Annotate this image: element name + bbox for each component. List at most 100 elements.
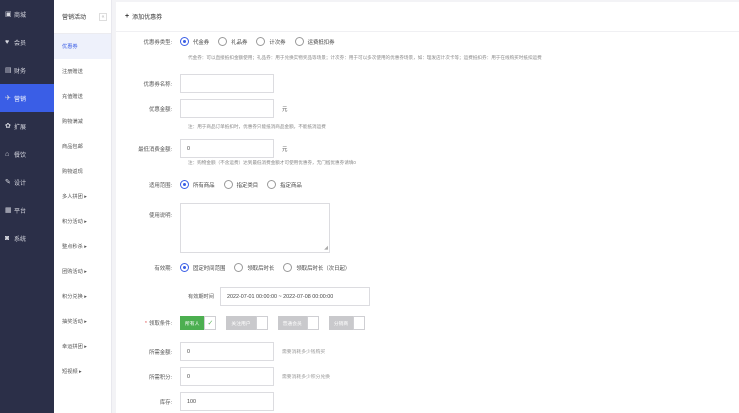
radio-icon <box>223 180 233 189</box>
main-panel: + 添加优惠券 优惠券类型: 代金券 礼品券 计次券 运费抵扣券 代金券：可以直接抵扣… <box>116 2 739 413</box>
condition-tag-label: 关注用户 <box>226 316 256 330</box>
sidebar-item-1[interactable]: ♥ 会员 <box>0 28 54 56</box>
sidebar-item-4[interactable]: ✿ 扩展 <box>0 112 54 140</box>
scope-option-0[interactable]: 所有商品 <box>180 180 215 189</box>
required-amount-row: 所需金额: 0 需要消耗多少钱购买 <box>116 342 325 361</box>
radio-label: 礼品券 <box>231 39 248 46</box>
subnav-item-4[interactable]: 商品包邮 <box>54 134 111 159</box>
usage-desc-textarea[interactable]: ◢ <box>180 203 330 253</box>
radio-icon <box>180 180 189 189</box>
subnav-item-5[interactable]: 购物返现 <box>54 159 111 184</box>
subnav-item-3[interactable]: 购物满减 <box>54 109 111 134</box>
coupon-name-input[interactable] <box>180 74 274 93</box>
min-amount-row: 最低消费金额: 0 元 <box>116 139 287 158</box>
required-amount-input[interactable]: 0 <box>180 342 274 361</box>
validity-option-0[interactable]: 固定时间范围 <box>180 263 225 272</box>
subnav-item-9[interactable]: 团购活动 ▸ <box>54 259 111 284</box>
receive-condition-row: * 领取条件: 所有人 ✓ 关注用户 普通会员 分销商 <box>116 316 375 330</box>
required-points-input[interactable]: 0 <box>180 367 274 386</box>
sidebar-item-label: 扩展 <box>14 124 27 131</box>
radio-label: 指定商品 <box>280 182 302 189</box>
required-amount-hint: 需要消耗多少钱购买 <box>282 350 326 355</box>
subnav-item-0[interactable]: 优惠券 <box>54 34 111 59</box>
subnav-item-10[interactable]: 积分兑换 ▸ <box>54 284 111 309</box>
platform-icon: ▦ <box>5 207 12 214</box>
validity-range-input[interactable]: 2022-07-01 00:00:00 ~ 2022-07-08 00:00:0… <box>219 287 370 306</box>
radio-label: 指定类目 <box>236 182 259 189</box>
finance-icon: ▤ <box>5 67 12 74</box>
sidebar-item-6[interactable]: ✎ 设计 <box>0 168 54 196</box>
coupon-type-option-0[interactable]: 代金券 <box>180 37 209 46</box>
required-amount-label: 所需金额: <box>148 349 172 356</box>
radio-label: 代金券 <box>193 39 210 46</box>
resize-grip-icon[interactable]: ◢ <box>324 245 328 251</box>
subnav-item-6[interactable]: 多人拼团 ▸ <box>54 184 111 209</box>
radio-icon <box>218 37 228 46</box>
radio-icon <box>283 263 293 272</box>
condition-tag-2[interactable]: 普通会员 <box>277 316 319 330</box>
receive-condition-label-wrap: * 领取条件: <box>116 319 180 327</box>
subnav-title: 营销活动 <box>62 15 87 21</box>
sidebar-item-label: 营销 <box>14 96 27 103</box>
primary-sidebar: ▣ 商城 ♥ 会员 ▤ 财务 ✈ 营销 ✿ 扩展 ⌂ 餐饮 ✎ 设计 ▦ 平台 ◙ 系统 <box>0 0 54 413</box>
required-points-row: 所需积分: 0 需要消耗多少积分兑换 <box>116 367 330 386</box>
sidebar-item-2[interactable]: ▤ 财务 <box>0 56 54 84</box>
collapse-icon[interactable]: « <box>99 13 107 21</box>
radio-label: 所有商品 <box>193 182 215 189</box>
usage-desc-row: 使用说明: ◢ <box>116 203 330 253</box>
sidebar-item-label: 设计 <box>14 180 27 187</box>
sidebar-item-label: 系统 <box>14 236 27 243</box>
required-points-hint: 需要消耗多少积分兑换 <box>282 375 330 380</box>
coupon-amount-unit: 元 <box>282 106 288 113</box>
coupon-amount-note: 注：用于商品订单抵扣时，优惠券只能抵消商品金额，不能抵消运费 <box>188 124 326 129</box>
validity-option-2[interactable]: 领取后时长（次日起） <box>283 263 350 272</box>
marketing-icon: ✈ <box>5 95 11 102</box>
required-points-label: 所需积分: <box>148 374 172 381</box>
coupon-type-option-2[interactable]: 计次券 <box>256 37 286 46</box>
sidebar-item-0[interactable]: ▣ 商城 <box>0 0 54 28</box>
sidebar-item-3[interactable]: ✈ 营销 <box>0 84 54 112</box>
subnav-item-8[interactable]: 整点秒杀 ▸ <box>54 234 111 259</box>
coupon-amount-label: 优惠金额: <box>148 106 172 113</box>
scope-option-2[interactable]: 指定商品 <box>267 180 302 189</box>
radio-icon <box>180 263 189 272</box>
radio-label: 运费抵扣券 <box>307 39 335 46</box>
extend-icon: ✿ <box>5 123 11 130</box>
min-amount-note: 注：购物金额（不含运费）达到最低消费金额才可使用优惠券，无门槛优惠券请填0 <box>188 160 356 165</box>
subnav-item-13[interactable]: 短视频 ▸ <box>54 359 111 384</box>
checkbox-icon <box>255 316 268 330</box>
subnav-item-11[interactable]: 抽奖活动 ▸ <box>54 309 111 334</box>
condition-tag-1[interactable]: 关注用户 <box>226 316 268 330</box>
plus-icon: + <box>125 13 130 20</box>
radio-label: 固定时间范围 <box>193 265 226 272</box>
subnav-item-1[interactable]: 注册赠送 <box>54 59 111 84</box>
page-title-bar: + 添加优惠券 <box>116 2 739 32</box>
radio-icon <box>180 37 189 46</box>
validity-option-1[interactable]: 领取后时长 <box>234 263 274 272</box>
condition-tag-label: 分销商 <box>328 316 354 330</box>
secondary-sidebar: 营销活动 « 优惠券 注册赠送 充值赠送 购物满减 商品包邮 购物返现 多人拼团 ▸ 积分活动… <box>54 0 112 413</box>
design-icon: ✎ <box>5 179 11 186</box>
stock-row: 库存: 100 <box>116 392 274 411</box>
subnav-item-7[interactable]: 积分活动 ▸ <box>54 209 111 234</box>
coupon-name-label: 优惠券名称: <box>143 81 172 88</box>
sidebar-item-5[interactable]: ⌂ 餐饮 <box>0 140 54 168</box>
condition-tag-0[interactable]: 所有人 ✓ <box>180 316 217 330</box>
coupon-type-option-3[interactable]: 运费抵扣券 <box>294 37 335 46</box>
subnav-item-2[interactable]: 充值赠送 <box>54 84 111 109</box>
subnav-item-12[interactable]: 幸运拼团 ▸ <box>54 334 111 359</box>
sidebar-item-7[interactable]: ▦ 平台 <box>0 196 54 224</box>
radio-label: 计次券 <box>269 39 286 46</box>
check-icon: ✓ <box>204 316 217 330</box>
coupon-type-option-1[interactable]: 礼品券 <box>218 37 247 46</box>
sidebar-item-8[interactable]: ◙ 系统 <box>0 224 54 252</box>
coupon-amount-input[interactable] <box>180 99 274 118</box>
restaurant-icon: ⌂ <box>5 150 10 158</box>
scope-option-1[interactable]: 指定类目 <box>223 180 259 189</box>
condition-tag-3[interactable]: 分销商 <box>328 316 366 330</box>
validity-label: 有效期: <box>154 265 172 272</box>
min-amount-input[interactable]: 0 <box>180 139 274 158</box>
stock-input[interactable]: 100 <box>180 392 274 411</box>
coupon-amount-row: 优惠金额: 元 <box>116 99 287 118</box>
validity-range-label: 有效期时间 <box>188 294 214 300</box>
